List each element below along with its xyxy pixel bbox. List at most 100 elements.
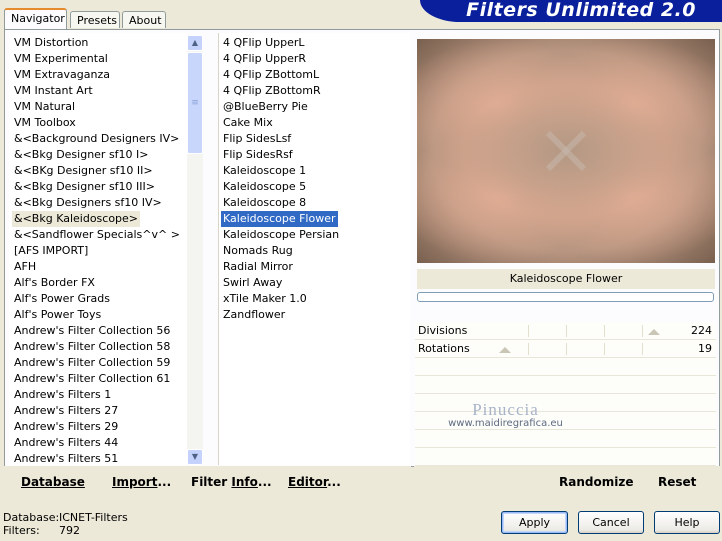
category-item[interactable]: Alf's Power Grads xyxy=(12,291,112,307)
help-button[interactable]: Help xyxy=(654,511,720,534)
status-database-label: Database: xyxy=(3,511,60,524)
category-item[interactable]: VM Experimental xyxy=(12,51,110,67)
category-item[interactable]: &<Bkg Designer sf10 I> xyxy=(12,147,151,163)
database-button[interactable]: Database xyxy=(21,475,85,489)
category-item[interactable]: Alf's Border FX xyxy=(12,275,97,291)
param-empty-row xyxy=(415,376,716,394)
tab-about[interactable]: About xyxy=(122,11,166,28)
tab-presets[interactable]: Presets xyxy=(70,11,120,28)
category-item[interactable]: &<Bkg Kaleidoscope> xyxy=(12,211,141,227)
category-item[interactable]: Andrew's Filter Collection 56 xyxy=(12,323,172,339)
tab-navigator[interactable]: Navigator xyxy=(4,8,67,29)
category-item[interactable]: Alf's Power Toys xyxy=(12,307,103,323)
reset-button[interactable]: Reset xyxy=(658,475,696,489)
param-rotations-row[interactable]: Rotations 19 xyxy=(415,340,716,358)
status-database-value: ICNET-Filters xyxy=(59,511,128,524)
app-title: Filters Unlimited 2.0 xyxy=(466,0,696,21)
database-label: Database xyxy=(21,475,85,489)
category-item[interactable]: Andrew's Filters 51 xyxy=(12,451,120,465)
category-item[interactable]: VM Natural xyxy=(12,99,77,115)
filter-item[interactable]: Flip SidesRsf xyxy=(221,147,295,163)
apply-button[interactable]: Apply xyxy=(501,511,568,534)
preview-filter-name: Kaleidoscope Flower xyxy=(417,269,715,289)
status-filters: Filters: 792 xyxy=(3,524,80,537)
param-empty-row xyxy=(415,430,716,448)
status-database: Database: ICNET-Filters xyxy=(3,511,128,524)
scroll-up-arrow-icon[interactable]: ▲ xyxy=(187,35,203,51)
category-item[interactable]: Andrew's Filters 29 xyxy=(12,419,120,435)
filter-item[interactable]: Cake Mix xyxy=(221,115,275,131)
kaleidoscope-preview-graphic xyxy=(545,130,587,172)
preview-image xyxy=(417,39,715,263)
category-item[interactable]: Andrew's Filter Collection 61 xyxy=(12,371,172,387)
category-item[interactable]: &<BKg Designer sf10 II> xyxy=(12,163,155,179)
category-item[interactable]: Andrew's Filters 44 xyxy=(12,435,120,451)
import-label: Import xyxy=(112,475,158,489)
filter-item[interactable]: xTile Maker 1.0 xyxy=(221,291,309,307)
param-label: Divisions xyxy=(418,324,468,337)
status-filters-label: Filters: xyxy=(3,524,40,537)
filter-item[interactable]: Kaleidoscope Persian xyxy=(221,227,341,243)
filter-item[interactable]: Nomads Rug xyxy=(221,243,295,259)
filter-list[interactable]: 4 QFlip UpperL 4 QFlip UpperR 4 QFlip ZBot… xyxy=(218,33,410,465)
filter-item[interactable]: 4 QFlip ZBottomR xyxy=(221,83,323,99)
filter-item[interactable]: Zandflower xyxy=(221,307,287,323)
filter-info-button[interactable]: Filter Info... xyxy=(191,475,272,489)
editor-button[interactable]: Editor... xyxy=(288,475,341,489)
category-scrollbar[interactable]: ▲ ≡ ▼ xyxy=(187,35,203,465)
param-empty-row xyxy=(415,448,716,466)
progress-bar xyxy=(417,292,714,302)
scroll-down-arrow-icon[interactable]: ▼ xyxy=(187,449,203,465)
param-value: 224 xyxy=(691,324,712,337)
category-item[interactable]: &<Background Designers IV> xyxy=(12,131,181,147)
filter-info-label: Info xyxy=(231,475,258,489)
category-item[interactable]: VM Toolbox xyxy=(12,115,78,131)
filter-item[interactable]: Radial Mirror xyxy=(221,259,295,275)
filter-item[interactable]: Flip SidesLsf xyxy=(221,131,293,147)
filter-item[interactable]: 4 QFlip UpperR xyxy=(221,51,308,67)
app-logo-banner: Filters Unlimited 2.0 xyxy=(420,0,722,22)
filter-item[interactable]: Kaleidoscope 5 xyxy=(221,179,308,195)
param-divisions-row[interactable]: Divisions 224 xyxy=(415,322,716,340)
editor-label: Editor xyxy=(288,475,328,489)
param-empty-row xyxy=(415,358,716,376)
filter-item[interactable]: @BlueBerry Pie xyxy=(221,99,310,115)
category-item[interactable]: AFH xyxy=(12,259,38,275)
slider-thumb[interactable] xyxy=(647,329,660,335)
param-value: 19 xyxy=(698,342,712,355)
import-ellipsis: ... xyxy=(157,475,172,489)
randomize-button[interactable]: Randomize xyxy=(559,475,633,489)
category-item[interactable]: Andrew's Filter Collection 59 xyxy=(12,355,172,371)
param-empty-row xyxy=(415,412,716,430)
slider-track[interactable] xyxy=(491,343,676,355)
param-label: Rotations xyxy=(418,342,470,355)
filter-item[interactable]: Kaleidoscope Flower xyxy=(221,211,338,227)
reset-label: Reset xyxy=(658,475,697,489)
category-list[interactable]: VM Distortion VM Experimental VM Extravaga… xyxy=(9,33,187,465)
filter-item[interactable]: Swirl Away xyxy=(221,275,284,291)
category-item[interactable]: VM Instant Art xyxy=(12,83,95,99)
category-item[interactable]: VM Distortion xyxy=(12,35,90,51)
category-item[interactable]: Andrew's Filters 1 xyxy=(12,387,113,403)
filter-item[interactable]: Kaleidoscope 8 xyxy=(221,195,308,211)
param-empty-row xyxy=(415,394,716,412)
slider-thumb[interactable] xyxy=(498,347,511,353)
filter-item[interactable]: 4 QFlip UpperL xyxy=(221,35,307,51)
category-item[interactable]: Andrew's Filter Collection 58 xyxy=(12,339,172,355)
filter-item[interactable]: 4 QFlip ZBottomL xyxy=(221,67,321,83)
category-item[interactable]: &<Bkg Designers sf10 IV> xyxy=(12,195,164,211)
parameter-panel: Divisions 224 Rotations 19 xyxy=(415,322,716,466)
status-filters-value: 792 xyxy=(59,524,80,537)
scrollbar-thumb[interactable]: ≡ xyxy=(187,52,203,154)
filter-info-prefix: Filter xyxy=(191,475,232,489)
category-item[interactable]: &<Sandflower Specials^v^ > xyxy=(12,227,182,243)
filter-info-ellipsis: ... xyxy=(257,475,272,489)
category-item[interactable]: Andrew's Filters 27 xyxy=(12,403,120,419)
import-button[interactable]: Import... xyxy=(112,475,171,489)
cancel-button[interactable]: Cancel xyxy=(578,511,644,534)
category-item[interactable]: &<Bkg Designer sf10 III> xyxy=(12,179,157,195)
filter-item[interactable]: Kaleidoscope 1 xyxy=(221,163,308,179)
randomize-label: Randomize xyxy=(559,475,634,489)
category-item[interactable]: [AFS IMPORT] xyxy=(12,243,90,259)
category-item[interactable]: VM Extravaganza xyxy=(12,67,112,83)
